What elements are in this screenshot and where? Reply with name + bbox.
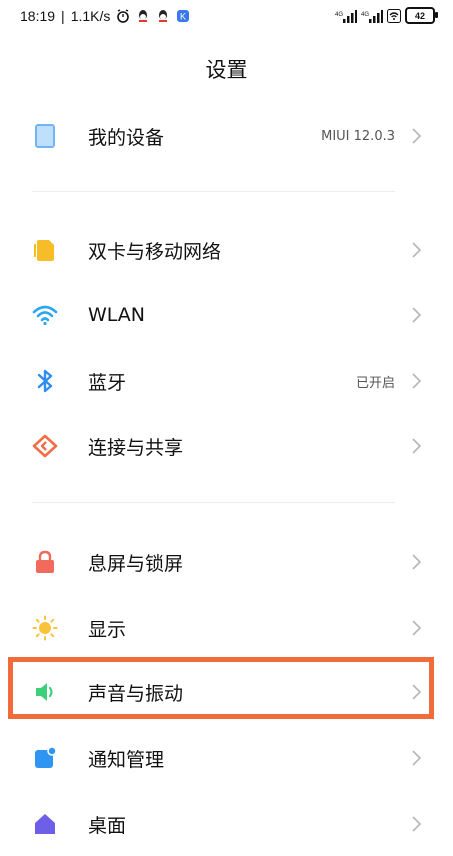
- sim-card-icon: [32, 237, 58, 263]
- chevron-right-icon: [412, 307, 422, 323]
- time: 18:19: [20, 8, 56, 24]
- svg-text:4G: 4G: [361, 12, 369, 18]
- item-label: 连接与共享: [88, 436, 184, 459]
- chevron-right-icon: [412, 242, 422, 258]
- signal-icon-2: 4G: [361, 9, 383, 23]
- chevron-right-icon: [412, 816, 422, 832]
- qq-icon-2: [159, 10, 168, 22]
- home-icon: [32, 811, 58, 837]
- chevron-right-icon: [412, 128, 422, 144]
- settings-item-notifications[interactable]: 通知管理: [0, 726, 453, 790]
- item-value: MIUI 12.0.3: [321, 128, 395, 144]
- settings-item-bluetooth[interactable]: 蓝牙 已开启: [0, 349, 453, 413]
- chevron-right-icon: [412, 620, 422, 636]
- settings-item-sim[interactable]: 双卡与移动网络: [0, 218, 453, 282]
- svg-text:4G: 4G: [335, 12, 343, 18]
- chevron-right-icon: [412, 554, 422, 570]
- item-label: 显示: [88, 618, 127, 641]
- bluetooth-icon: [32, 368, 58, 394]
- highlight-box: [8, 657, 434, 719]
- item-label: 我的设备: [88, 126, 165, 149]
- item-label: 桌面: [88, 814, 127, 837]
- wifi-icon: [32, 302, 58, 328]
- battery-level: 42: [414, 10, 425, 21]
- divider: [32, 191, 395, 192]
- settings-item-home-screen[interactable]: 桌面: [0, 792, 453, 856]
- item-label: WLAN: [88, 304, 146, 326]
- item-label: 息屏与锁屏: [88, 552, 184, 575]
- item-label: 双卡与移动网络: [88, 240, 222, 263]
- item-label: 通知管理: [88, 748, 165, 771]
- device-icon: [32, 123, 58, 149]
- signal-icon: 4G: [335, 9, 357, 23]
- item-label: 蓝牙: [88, 371, 127, 394]
- chevron-right-icon: [412, 750, 422, 766]
- status-right: 4G 4G 42: [335, 7, 438, 24]
- notification-icon: [32, 745, 58, 771]
- settings-item-my-device[interactable]: 我的设备 MIUI 12.0.3: [0, 104, 453, 168]
- sun-icon: [32, 615, 58, 641]
- lock-icon: [32, 549, 58, 575]
- chevron-right-icon: [412, 373, 422, 389]
- separator: |: [61, 8, 65, 24]
- chevron-right-icon: [412, 438, 422, 454]
- battery-icon: 42: [405, 7, 438, 24]
- svg-text:K: K: [180, 12, 186, 22]
- settings-item-display[interactable]: 显示: [0, 596, 453, 660]
- share-icon: [32, 433, 58, 459]
- settings-item-lock-screen[interactable]: 息屏与锁屏: [0, 530, 453, 594]
- qq-icon: [139, 10, 148, 22]
- status-left: 18:19 | 1.1K/s K: [20, 8, 190, 24]
- status-bar: 18:19 | 1.1K/s K 4G 4G 42: [0, 0, 453, 32]
- page-title: 设置: [205, 58, 248, 82]
- wifi-status-icon: [387, 8, 401, 23]
- settings-item-connection-sharing[interactable]: 连接与共享: [0, 414, 453, 478]
- network-speed: 1.1K/s: [70, 8, 111, 24]
- settings-item-wlan[interactable]: WLAN: [0, 283, 453, 347]
- app-notification-icon: K: [177, 10, 190, 22]
- item-value: 已开启: [355, 375, 395, 391]
- alarm-icon: [117, 9, 130, 23]
- divider: [32, 502, 395, 503]
